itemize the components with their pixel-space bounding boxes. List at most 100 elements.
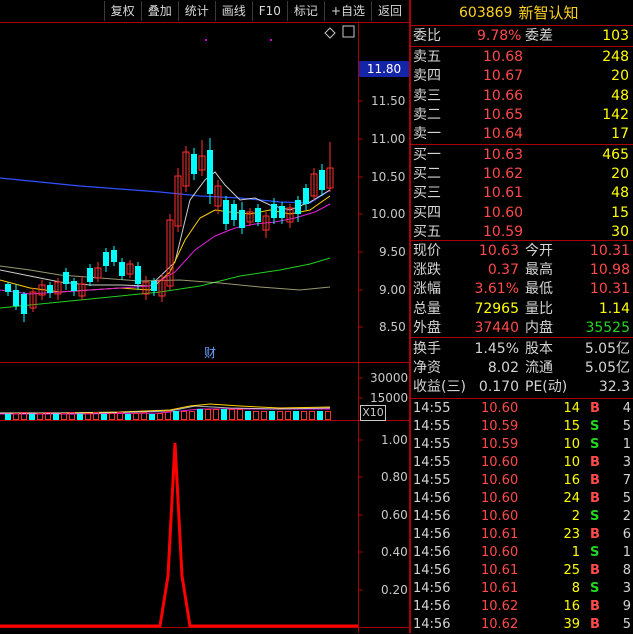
trade-time: 14:56: [413, 563, 451, 578]
dot-marker: [205, 39, 207, 41]
trade-row[interactable]: 14:56 10.61 23 B 6: [411, 526, 633, 544]
volume-bar: [53, 414, 59, 420]
quote-row: 现价 10.63 今开 10.31: [411, 242, 633, 261]
trade-row[interactable]: 14:55 10.59 10 S 1: [411, 436, 633, 454]
trade-price: 10.62: [481, 599, 519, 614]
trade-time: 14:55: [413, 473, 451, 488]
bid-row[interactable]: 买二 10.62 20: [411, 165, 633, 184]
volume-bar: [261, 411, 267, 420]
volume-bar: [45, 412, 51, 420]
y-tick-label: 10.00: [371, 207, 406, 221]
trade-count: 5: [622, 491, 631, 506]
trade-count: 6: [622, 527, 631, 542]
volume-bar: [109, 413, 115, 420]
volume-bar-strip: [0, 406, 358, 420]
candles: [5, 138, 334, 322]
quote-value: 72965: [474, 300, 519, 317]
fundamental-label: 股本: [525, 341, 553, 357]
ma-blue-line: [0, 177, 331, 204]
volume-bar: [197, 409, 203, 420]
fundamental-label: 净资: [413, 360, 441, 377]
trade-row[interactable]: 14:56 10.61 25 B 8: [411, 562, 633, 580]
volume-bar: [237, 409, 243, 420]
fundamental-value: 5.05亿: [584, 341, 630, 357]
bid-price: 10.60: [483, 204, 524, 221]
bid-row[interactable]: 买三 10.61 48: [411, 184, 633, 203]
bid-row[interactable]: 买一 10.63 465: [411, 146, 633, 165]
ask-row[interactable]: 卖二 10.65 142: [411, 106, 633, 125]
panel-toggle-icon[interactable]: [342, 25, 355, 38]
trade-price: 10.59: [481, 437, 519, 452]
quote-value: 0.37: [487, 262, 519, 279]
volume-unit-label: X10: [360, 405, 386, 421]
volume-bar: [141, 412, 147, 420]
ask-row[interactable]: 卖一 10.64 17: [411, 125, 633, 144]
bid-row[interactable]: 买五 10.59 30: [411, 223, 633, 242]
trade-row[interactable]: 14:56 10.60 24 B 5: [411, 490, 633, 508]
volume-bar: [269, 411, 275, 420]
trade-price: 10.59: [481, 419, 519, 434]
bid-price: 10.62: [483, 166, 524, 183]
trade-row[interactable]: 14:55 10.60 14 B 4: [411, 400, 633, 418]
bid-volume: 465: [602, 147, 629, 163]
trade-volume: 10: [563, 455, 580, 470]
trade-volume: 15: [563, 419, 580, 434]
fundamental-value: 32.3: [598, 379, 630, 396]
trade-side: B: [590, 491, 600, 506]
trade-time: 14:56: [413, 491, 451, 506]
ask-row[interactable]: 卖五 10.68 248: [411, 48, 633, 67]
volume-bar: [93, 412, 99, 420]
trade-time: 14:56: [413, 509, 451, 524]
ask-price: 10.67: [483, 68, 524, 85]
weibi-divider: [411, 46, 633, 47]
bid-row[interactable]: 买四 10.60 15: [411, 204, 633, 223]
stock-header: 603869 新智认知: [411, 0, 633, 25]
trade-side: S: [590, 437, 600, 452]
volume-bar: [13, 413, 19, 420]
trade-row[interactable]: 14:55 10.60 10 B 3: [411, 454, 633, 472]
trade-side: S: [590, 545, 600, 560]
ask-volume: 248: [602, 49, 629, 65]
fundamental-row: 收益(三) 0.170 PE(动) 32.3: [411, 378, 633, 397]
weicha-label: 委差: [525, 28, 553, 44]
weibi-label: 委比: [413, 28, 441, 44]
quote-label: 涨跌: [413, 262, 441, 279]
trade-row[interactable]: 14:56 10.62 16 B 9: [411, 598, 633, 616]
trade-row[interactable]: 14:56 10.61 8 S 3: [411, 580, 633, 598]
trade-volume: 8: [571, 581, 580, 596]
volume-bar: [85, 413, 91, 420]
ask-level-label: 卖五: [413, 49, 441, 65]
kline-chart-area[interactable]: [0, 0, 410, 633]
trade-side: S: [590, 581, 600, 596]
quote-value: 3.61%: [474, 281, 519, 298]
ask-level-label: 卖二: [413, 106, 441, 123]
volume-bar: [61, 413, 67, 420]
quote-label: 最高: [525, 262, 553, 279]
volume-bar: [205, 409, 211, 420]
trade-row[interactable]: 14:55 10.60 16 B 7: [411, 472, 633, 490]
trade-row[interactable]: 14:56 10.60 2 S 2: [411, 508, 633, 526]
ask-row[interactable]: 卖四 10.67 20: [411, 67, 633, 86]
diamond-icon[interactable]: [324, 27, 336, 39]
indicator-tick-label: 0.40: [381, 545, 408, 559]
trade-price: 10.60: [481, 545, 519, 560]
trade-volume: 25: [563, 563, 580, 578]
bid-price: 10.59: [483, 223, 524, 240]
weibi-row: 委比 9.78% 委差 103: [411, 27, 633, 46]
finance-report-marker[interactable]: 财: [204, 344, 216, 361]
volume-bar: [301, 411, 307, 420]
quote-label: 量比: [525, 300, 553, 317]
trade-row[interactable]: 14:56 10.60 1 S 1: [411, 544, 633, 562]
y-tick-label: 11.00: [371, 132, 406, 146]
fundamental-row: 换手 1.45% 股本 5.05亿: [411, 340, 633, 359]
trade-row[interactable]: 14:55 10.59 15 S 5: [411, 418, 633, 436]
trade-count: 5: [622, 617, 631, 632]
ask-row[interactable]: 卖三 10.66 48: [411, 87, 633, 106]
fundamental-label: 流通: [525, 360, 553, 377]
quote-label: 最低: [525, 281, 553, 298]
trade-price: 10.61: [481, 563, 519, 578]
volume-bar: [229, 409, 235, 420]
trade-row[interactable]: 14:56 10.62 39 B 5: [411, 616, 633, 634]
bid-volume: 30: [611, 223, 629, 240]
quote-row: 涨幅 3.61% 最低 10.31: [411, 280, 633, 299]
